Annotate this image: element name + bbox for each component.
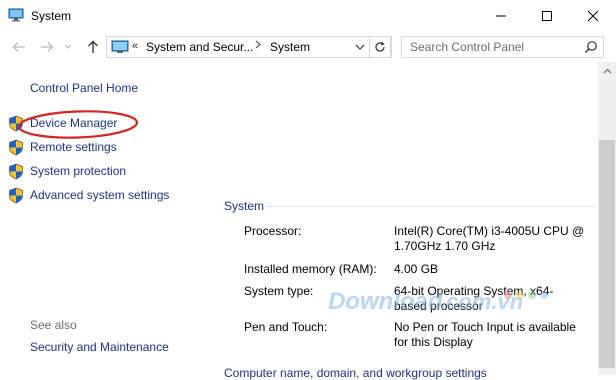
memory-label: Installed memory (RAM): bbox=[244, 262, 377, 276]
security-and-maintenance-link[interactable]: Security and Maintenance bbox=[30, 340, 169, 354]
search-input[interactable] bbox=[402, 37, 586, 57]
breadcrumb-separator-icon[interactable] bbox=[255, 40, 261, 52]
breadcrumb-overflow[interactable]: « bbox=[132, 40, 138, 52]
arrow-left-icon bbox=[12, 42, 25, 52]
sidebar-item-label: Remote settings bbox=[30, 140, 117, 154]
refresh-icon bbox=[375, 41, 385, 52]
computer-icon bbox=[8, 8, 24, 22]
breadcrumb-system-and-security[interactable]: System and Secur... bbox=[146, 40, 253, 54]
recent-locations-button[interactable] bbox=[62, 38, 74, 56]
section-title-computer-name: Computer name, domain, and workgroup set… bbox=[224, 366, 487, 380]
pen-touch-label: Pen and Touch: bbox=[244, 320, 328, 334]
see-also-heading: See also bbox=[30, 318, 77, 332]
breadcrumb-system[interactable]: System bbox=[270, 40, 310, 54]
chevron-down-icon bbox=[64, 44, 72, 49]
control-panel-icon bbox=[111, 40, 129, 53]
processor-value: Intel(R) Core(TM) i3-4005U CPU @ 1.70GHz… bbox=[394, 224, 585, 253]
control-panel-home-link[interactable]: Control Panel Home bbox=[30, 81, 138, 95]
close-button[interactable] bbox=[570, 0, 616, 31]
address-bar[interactable]: « System and Secur... System bbox=[106, 36, 392, 58]
highlight-ellipse bbox=[17, 110, 139, 139]
arrow-right-icon bbox=[41, 42, 54, 52]
navigation-bar: « System and Secur... System bbox=[0, 32, 616, 62]
title-bar: System bbox=[0, 0, 616, 32]
minimize-button[interactable] bbox=[478, 0, 524, 31]
up-button[interactable] bbox=[84, 38, 102, 56]
forward-button[interactable] bbox=[38, 38, 56, 56]
chevron-up-icon bbox=[603, 68, 611, 73]
maximize-button[interactable] bbox=[524, 0, 570, 31]
back-button[interactable] bbox=[10, 38, 28, 56]
close-icon bbox=[587, 10, 599, 21]
maximize-icon bbox=[542, 10, 552, 21]
processor-label: Processor: bbox=[244, 224, 302, 238]
search-box[interactable] bbox=[401, 36, 604, 58]
shield-icon bbox=[9, 163, 23, 180]
minimize-icon bbox=[496, 15, 506, 16]
arrow-up-icon bbox=[88, 40, 98, 53]
search-icon[interactable] bbox=[584, 40, 598, 54]
scroll-thumb[interactable] bbox=[599, 140, 615, 368]
address-dropdown-button[interactable] bbox=[353, 41, 367, 53]
scroll-up-button[interactable] bbox=[598, 62, 616, 79]
memory-value: 4.00 GB bbox=[394, 262, 439, 276]
system-type-value: 64-bit Operating System, x64-based proce… bbox=[394, 284, 554, 313]
pen-touch-value: No Pen or Touch Input is available for t… bbox=[394, 320, 576, 349]
shield-icon bbox=[9, 187, 23, 204]
section-divider bbox=[266, 206, 596, 207]
window-title: System bbox=[31, 9, 72, 23]
chevron-down-icon bbox=[355, 44, 365, 50]
system-type-label: System type: bbox=[244, 284, 314, 298]
section-title-system: System bbox=[224, 199, 265, 213]
vertical-scrollbar[interactable] bbox=[598, 62, 616, 375]
sidebar-item-label: System protection bbox=[30, 164, 127, 178]
sidebar-item-label: Advanced system settings bbox=[30, 188, 170, 202]
shield-icon bbox=[9, 139, 23, 156]
refresh-button[interactable] bbox=[369, 36, 391, 58]
